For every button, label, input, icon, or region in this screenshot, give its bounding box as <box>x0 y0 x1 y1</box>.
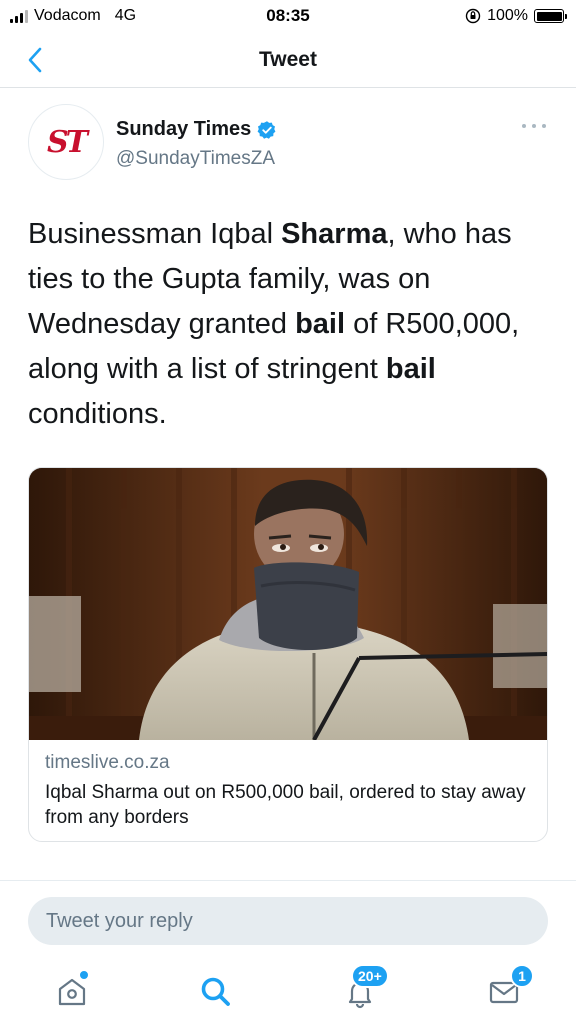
card-meta: timeslive.co.za Iqbal Sharma out on R500… <box>29 740 547 830</box>
tab-messages[interactable]: 1 <box>432 960 576 1024</box>
tweet-text-segment: conditions. <box>28 398 167 430</box>
chevron-left-icon <box>28 47 42 73</box>
messages-badge: 1 <box>510 964 534 988</box>
notifications-badge: 20+ <box>351 964 389 988</box>
status-left: Vodacom 4G <box>10 7 136 25</box>
battery-icon <box>534 9 567 23</box>
reply-bar: Tweet your reply <box>0 880 576 960</box>
status-right: 100% <box>465 7 567 25</box>
more-dot-icon <box>522 124 526 128</box>
reply-input[interactable]: Tweet your reply <box>28 897 548 945</box>
tweet-text-highlight: bail <box>385 353 436 385</box>
card-title: Iqbal Sharma out on R500,000 bail, order… <box>45 782 526 828</box>
signal-strength-icon <box>10 9 28 23</box>
tweet-header: ST Sunday Times @SundayTimesZA <box>28 104 548 186</box>
avatar[interactable]: ST <box>28 104 104 180</box>
more-dot-icon <box>542 124 546 128</box>
home-new-dot <box>79 970 89 980</box>
status-bar: Vodacom 4G 08:35 100% <box>0 0 576 32</box>
search-icon <box>201 977 230 1006</box>
more-options-button[interactable] <box>522 120 546 132</box>
link-card[interactable]: timeslive.co.za Iqbal Sharma out on R500… <box>28 467 548 842</box>
orientation-lock-icon <box>465 8 481 24</box>
author-handle[interactable]: @SundayTimesZA <box>116 148 275 170</box>
card-photo-illustration <box>29 468 547 740</box>
author-name-row: Sunday Times <box>116 118 277 141</box>
card-domain: timeslive.co.za <box>45 752 170 773</box>
battery-percent: 100% <box>487 7 528 24</box>
tweet-text-highlight: bail <box>295 308 346 340</box>
back-button[interactable] <box>20 44 50 76</box>
carrier-name: Vodacom <box>34 7 101 24</box>
tweet-text-highlight: Sharma <box>281 218 388 250</box>
tweet-text-segment: Businessman Iqbal <box>28 218 282 250</box>
tab-search[interactable] <box>144 960 288 1024</box>
author-name[interactable]: Sunday Times <box>116 118 251 141</box>
battery-fill <box>536 11 562 21</box>
tab-bar: 20+ 1 <box>0 960 576 1024</box>
tab-home[interactable] <box>0 960 144 1024</box>
tab-notifications[interactable]: 20+ <box>288 960 432 1024</box>
verified-badge-icon <box>257 120 276 139</box>
page-title: Tweet <box>259 47 317 71</box>
tweet-text: Businessman Iqbal Sharma, who has ties t… <box>28 212 553 437</box>
more-dot-icon <box>532 124 536 128</box>
network-type: 4G <box>114 7 137 24</box>
avatar-logo: ST <box>47 124 88 160</box>
card-image <box>29 468 547 740</box>
home-icon <box>58 978 86 1006</box>
nav-bar: Tweet <box>0 32 576 88</box>
